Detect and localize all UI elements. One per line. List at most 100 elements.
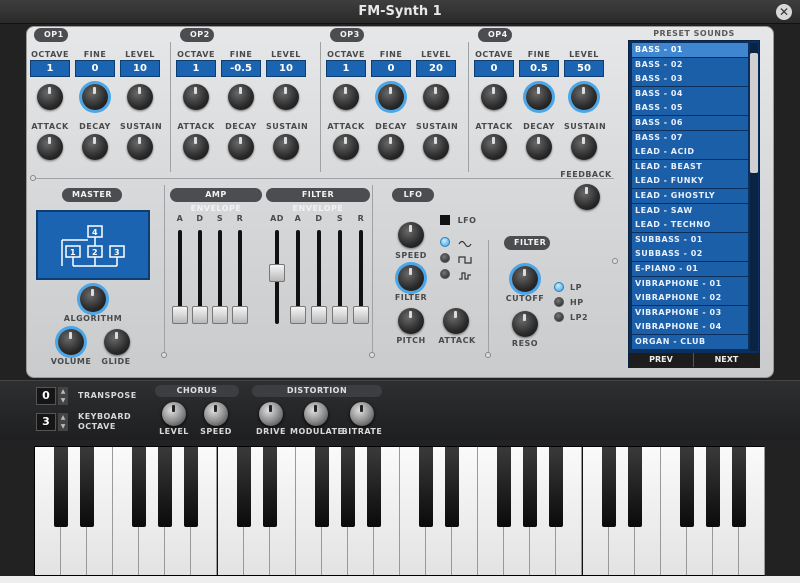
operator-level-knob[interactable] bbox=[273, 84, 299, 110]
lfo-filter-knob[interactable] bbox=[398, 265, 424, 291]
operator-decay-knob[interactable] bbox=[228, 134, 254, 160]
preset-item[interactable]: BASS - 01 bbox=[632, 43, 748, 57]
preset-item[interactable]: LEAD - TECHNO bbox=[632, 218, 748, 233]
filter_envelope-slider-handle[interactable] bbox=[269, 264, 285, 282]
filter_envelope-slider-handle[interactable] bbox=[290, 306, 306, 324]
operator-attack-knob[interactable] bbox=[183, 134, 209, 160]
operator-octave-value[interactable]: 1 bbox=[176, 60, 216, 77]
operator-attack-knob[interactable] bbox=[37, 134, 63, 160]
preset-scrollbar[interactable] bbox=[750, 43, 758, 351]
preset-item[interactable]: E-PIANO - 01 bbox=[632, 262, 748, 276]
filter-reso-knob[interactable] bbox=[512, 311, 538, 337]
operator-sustain-knob[interactable] bbox=[571, 134, 597, 160]
operator-level-value[interactable]: 50 bbox=[564, 60, 604, 77]
operator-fine-knob[interactable] bbox=[228, 84, 254, 110]
amp_envelope-slider-handle[interactable] bbox=[212, 306, 228, 324]
up-arrow-icon[interactable]: ▲ bbox=[58, 413, 68, 422]
operator-fine-value[interactable]: 0 bbox=[371, 60, 411, 77]
operator-fine-value[interactable]: 0 bbox=[75, 60, 115, 77]
operator-sustain-knob[interactable] bbox=[127, 134, 153, 160]
preset-item[interactable]: VIBRAPHONE - 03 bbox=[632, 305, 748, 320]
preset-item[interactable]: LEAD - SAW bbox=[632, 203, 748, 218]
operator-level-knob[interactable] bbox=[127, 84, 153, 110]
operator-octave-value[interactable]: 1 bbox=[326, 60, 366, 77]
filter_envelope-slider-handle[interactable] bbox=[353, 306, 369, 324]
operator-octave-knob[interactable] bbox=[333, 84, 359, 110]
operator-decay-knob[interactable] bbox=[82, 134, 108, 160]
operator-decay-knob[interactable] bbox=[526, 134, 552, 160]
next-button[interactable]: NEXT bbox=[694, 353, 759, 367]
preset-item[interactable]: VIBRAPHONE - 01 bbox=[632, 276, 748, 291]
scroll-thumb[interactable] bbox=[750, 53, 758, 173]
preset-item[interactable]: SUBBASS - 01 bbox=[632, 232, 748, 247]
operator-fine-knob[interactable] bbox=[82, 84, 108, 110]
operator-attack-knob[interactable] bbox=[481, 134, 507, 160]
operator-level-knob[interactable] bbox=[571, 84, 597, 110]
operator-sustain-knob[interactable] bbox=[423, 134, 449, 160]
preset-item[interactable]: BASS - 05 bbox=[632, 101, 748, 116]
operator-fine-value[interactable]: 0.5 bbox=[519, 60, 559, 77]
drive-knob[interactable] bbox=[259, 402, 283, 426]
filter-mode-led[interactable] bbox=[554, 282, 564, 292]
operator-attack-knob[interactable] bbox=[333, 134, 359, 160]
algorithm-knob[interactable] bbox=[80, 286, 106, 312]
black-key[interactable] bbox=[132, 447, 147, 527]
black-key[interactable] bbox=[184, 447, 199, 527]
preset-item[interactable]: LEAD - GHOSTLY bbox=[632, 189, 748, 203]
up-arrow-icon[interactable]: ▲ bbox=[58, 387, 68, 396]
preset-item[interactable]: VIBRAPHONE - 02 bbox=[632, 291, 748, 306]
prev-button[interactable]: PREV bbox=[629, 353, 694, 367]
operator-decay-knob[interactable] bbox=[378, 134, 404, 160]
preset-item[interactable]: LEAD - ACID bbox=[632, 145, 748, 160]
filter-mode-led[interactable] bbox=[554, 312, 564, 322]
black-key[interactable] bbox=[445, 447, 460, 527]
operator-fine-knob[interactable] bbox=[526, 84, 552, 110]
filter-cutoff-knob[interactable] bbox=[512, 266, 538, 292]
black-key[interactable] bbox=[340, 447, 355, 527]
operator-octave-knob[interactable] bbox=[183, 84, 209, 110]
operator-level-value[interactable]: 10 bbox=[266, 60, 306, 77]
operator-fine-knob[interactable] bbox=[378, 84, 404, 110]
modulate-knob[interactable] bbox=[304, 402, 328, 426]
chorus-speed-knob[interactable] bbox=[204, 402, 228, 426]
lfo-waveform-led[interactable] bbox=[440, 237, 450, 247]
black-key[interactable] bbox=[80, 447, 95, 527]
transpose-value[interactable]: 0 bbox=[36, 387, 56, 405]
operator-octave-value[interactable]: 1 bbox=[30, 60, 70, 77]
lfo-attack-knob[interactable] bbox=[443, 308, 469, 334]
feedback-knob[interactable] bbox=[574, 184, 600, 210]
black-key[interactable] bbox=[314, 447, 329, 527]
black-key[interactable] bbox=[705, 447, 720, 527]
filter_envelope-slider-handle[interactable] bbox=[311, 306, 327, 324]
black-key[interactable] bbox=[523, 447, 538, 527]
preset-item[interactable]: BASS - 07 bbox=[632, 130, 748, 145]
glide-knob[interactable] bbox=[104, 329, 130, 355]
lfo-toggle[interactable] bbox=[440, 215, 450, 225]
black-key[interactable] bbox=[54, 447, 69, 527]
preset-item[interactable]: LEAD - BEAST bbox=[632, 159, 748, 174]
black-key[interactable] bbox=[419, 447, 434, 527]
octave-stepper[interactable]: ▲ ▼ bbox=[58, 413, 68, 431]
operator-sustain-knob[interactable] bbox=[273, 134, 299, 160]
black-key[interactable] bbox=[262, 447, 277, 527]
preset-item[interactable]: VIBRAPHONE - 04 bbox=[632, 320, 748, 335]
black-key[interactable] bbox=[497, 447, 512, 527]
filter-mode-led[interactable] bbox=[554, 297, 564, 307]
preset-item[interactable]: SUBBASS - 02 bbox=[632, 247, 748, 262]
down-arrow-icon[interactable]: ▼ bbox=[58, 422, 68, 431]
black-key[interactable] bbox=[549, 447, 564, 527]
black-key[interactable] bbox=[627, 447, 642, 527]
black-key[interactable] bbox=[731, 447, 746, 527]
black-key[interactable] bbox=[158, 447, 173, 527]
close-icon[interactable]: ✕ bbox=[776, 4, 792, 20]
transpose-stepper[interactable]: ▲ ▼ bbox=[58, 387, 68, 405]
filter_envelope-slider-handle[interactable] bbox=[332, 306, 348, 324]
preset-item[interactable]: BASS - 03 bbox=[632, 72, 748, 87]
lfo-waveform-led[interactable] bbox=[440, 269, 450, 279]
operator-level-knob[interactable] bbox=[423, 84, 449, 110]
amp_envelope-slider-handle[interactable] bbox=[232, 306, 248, 324]
black-key[interactable] bbox=[601, 447, 616, 527]
black-key[interactable] bbox=[236, 447, 251, 527]
operator-octave-knob[interactable] bbox=[481, 84, 507, 110]
preset-item[interactable]: BASS - 02 bbox=[632, 57, 748, 72]
